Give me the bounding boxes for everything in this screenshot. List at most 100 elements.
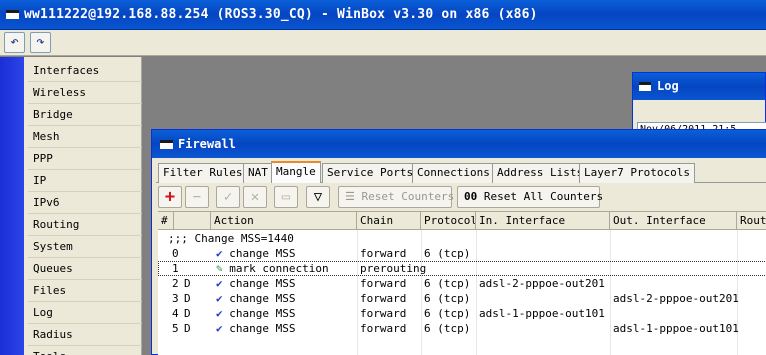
- reset-counters-button[interactable]: ☰ Reset Counters: [338, 186, 455, 208]
- table-row[interactable]: 0 ✔ change MSS forward 6 (tcp): [158, 246, 766, 261]
- main-toolbar: ↶ ↷: [0, 30, 766, 56]
- sidebar: InterfacesWirelessBridgeMeshPPPIP▷IPv6▷R…: [24, 57, 164, 355]
- comment-icon: ▭: [281, 189, 291, 205]
- window-titlebar[interactable]: ww111222@192.168.88.254 (ROS3.30_CQ) - W…: [0, 0, 766, 30]
- tab-layer7-protocols[interactable]: Layer7 Protocols: [579, 163, 695, 183]
- reset-counters-icon: ☰: [345, 190, 355, 203]
- sidebar-item-label: Log: [33, 306, 53, 319]
- sidebar-item-label: Interfaces: [33, 64, 100, 77]
- reset-all-counters-label: Reset All Counters: [483, 190, 604, 203]
- accept-check-icon: ✔: [216, 277, 230, 290]
- cell-action: ✔ change MSS: [216, 276, 295, 291]
- accept-check-icon: ✔: [216, 307, 230, 320]
- cell-action: ✎ mark connection: [216, 261, 329, 276]
- reset-all-counters-icon: 00: [464, 190, 478, 203]
- cell-num: 1: [172, 262, 179, 275]
- cell-num: 3: [172, 292, 179, 305]
- action-label: change MSS: [229, 247, 296, 260]
- reset-all-counters-button[interactable]: 00 Reset All Counters: [457, 186, 604, 208]
- redo-icon: ↷: [36, 34, 45, 50]
- cell-action: ✔ change MSS: [216, 246, 295, 261]
- sidebar-item-label: Routing: [33, 218, 80, 231]
- filter-icon: ▽: [313, 189, 323, 205]
- check-icon: ✓: [223, 189, 233, 205]
- cell-num: 0: [172, 247, 179, 260]
- table-row[interactable]: 4 D ✔ change MSS forward 6 (tcp) adsl-1-pppoe…: [158, 306, 766, 321]
- cell-chain: forward: [360, 322, 407, 335]
- table-row[interactable]: 3 D ✔ change MSS forward 6 (tcp) adsl-2-pppoe…: [158, 291, 766, 306]
- column-header-protocol[interactable]: Protocol: [421, 212, 476, 230]
- firewall-window[interactable]: Firewall Filter Rules NAT Mangle Service…: [151, 129, 766, 355]
- cell-protocol: 6 (tcp): [424, 277, 471, 290]
- tab-service-ports[interactable]: Service Ports: [322, 163, 419, 183]
- sidebar-item-label: Tools: [33, 350, 66, 355]
- plus-icon: +: [164, 187, 176, 207]
- cell-flag: D: [184, 322, 191, 335]
- enable-button[interactable]: ✓: [216, 186, 240, 208]
- sidebar-item-label: System: [33, 240, 73, 253]
- undo-icon: ↶: [10, 34, 19, 50]
- undo-button[interactable]: ↶: [4, 32, 25, 53]
- winbox-app-icon: [6, 10, 19, 19]
- window-icon: [639, 82, 651, 91]
- window-icon: [160, 140, 173, 149]
- accept-check-icon: ✔: [216, 292, 230, 305]
- cell-action: ✔ change MSS: [216, 321, 295, 336]
- column-header-action[interactable]: Action: [211, 212, 357, 230]
- pencil-icon: ✎: [216, 262, 230, 275]
- cell-chain: forward: [360, 292, 407, 305]
- firewall-tabs: Filter Rules NAT Mangle Service Ports Co…: [156, 161, 766, 183]
- column-header-routing-mark[interactable]: Routi: [737, 212, 766, 230]
- log-window-titlebar[interactable]: Log: [633, 73, 765, 100]
- accept-check-icon: ✔: [216, 322, 230, 335]
- column-header-num[interactable]: #: [158, 212, 174, 230]
- cell-action: ✔ change MSS: [216, 306, 295, 321]
- tab-address-lists[interactable]: Address Lists: [492, 163, 589, 183]
- sidebar-item-label: Wireless: [33, 86, 86, 99]
- redo-button[interactable]: ↷: [30, 32, 51, 53]
- comment-button[interactable]: ▭: [274, 186, 298, 208]
- column-header-in-interface[interactable]: In. Interface: [476, 212, 610, 230]
- table-row[interactable]: 5 D ✔ change MSS forward 6 (tcp) adsl-1-pppoe…: [158, 321, 766, 336]
- reset-counters-label: Reset Counters: [361, 190, 455, 203]
- sidebar-item-label: Radius: [33, 328, 73, 341]
- tab-filter-rules[interactable]: Filter Rules: [158, 163, 248, 183]
- sidebar-item-label: Queues: [33, 262, 73, 275]
- firewall-window-titlebar[interactable]: Firewall: [152, 130, 766, 158]
- cell-out-interface: adsl-2-pppoe-out201: [613, 292, 739, 305]
- cell-flag: D: [184, 307, 191, 320]
- cell-action: ✔ change MSS: [216, 291, 295, 306]
- firewall-window-title: Firewall: [178, 137, 236, 151]
- column-header-flag[interactable]: [174, 212, 211, 230]
- action-label: change MSS: [229, 307, 296, 320]
- cell-flag: D: [184, 277, 191, 290]
- cell-protocol: 6 (tcp): [424, 322, 471, 335]
- cell-protocol: 6 (tcp): [424, 247, 471, 260]
- tab-connections[interactable]: Connections: [412, 163, 495, 183]
- tab-nat[interactable]: NAT: [243, 163, 273, 183]
- rule-comment: ;;; Change MSS=1440: [168, 232, 294, 245]
- column-header-out-interface[interactable]: Out. Interface: [610, 212, 737, 230]
- cell-chain: forward: [360, 247, 407, 260]
- accept-check-icon: ✔: [216, 247, 230, 260]
- remove-button[interactable]: −: [185, 186, 209, 208]
- window-title: ww111222@192.168.88.254 (ROS3.30_CQ) - W…: [24, 7, 538, 22]
- cell-protocol: 6 (tcp): [424, 307, 471, 320]
- sidebar-item-label: IPv6: [33, 196, 60, 209]
- cell-protocol: 6 (tcp): [424, 292, 471, 305]
- cell-chain: forward: [360, 307, 407, 320]
- table-row[interactable]: 2 D ✔ change MSS forward 6 (tcp) adsl-2-pppoe…: [158, 276, 766, 291]
- cell-in-interface: adsl-1-pppoe-out101: [479, 307, 605, 320]
- cell-out-interface: adsl-1-pppoe-out101: [613, 322, 739, 335]
- tab-mangle[interactable]: Mangle: [271, 161, 321, 183]
- disable-button[interactable]: ✕: [243, 186, 267, 208]
- cell-chain: forward: [360, 277, 407, 290]
- action-label: mark connection: [229, 262, 329, 275]
- cell-chain: prerouting: [360, 262, 427, 275]
- action-label: change MSS: [229, 277, 296, 290]
- action-label: change MSS: [229, 322, 296, 335]
- filter-button[interactable]: ▽: [306, 186, 330, 208]
- add-button[interactable]: +: [158, 186, 182, 208]
- column-header-chain[interactable]: Chain: [357, 212, 421, 230]
- table-row[interactable]: 1 ✎ mark connection prerouting: [158, 261, 766, 276]
